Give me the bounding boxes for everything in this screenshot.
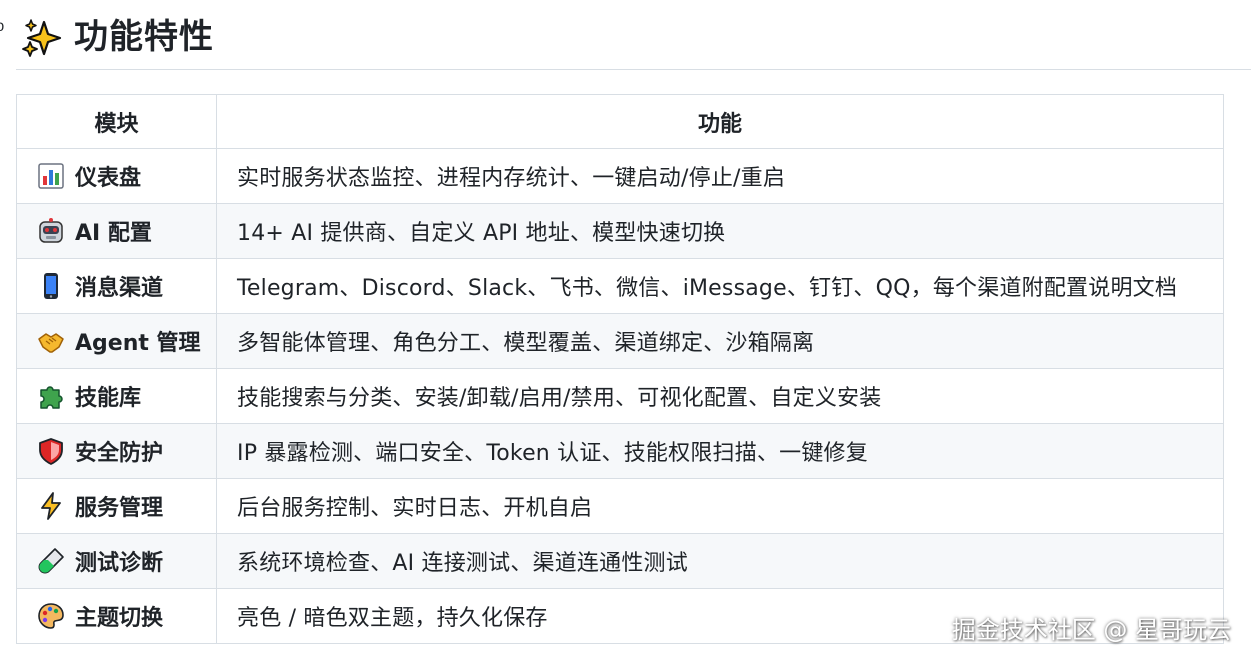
bar-chart-icon [38,163,64,189]
feature-cell: 多智能体管理、角色分工、模型覆盖、渠道绑定、沙箱隔离 [216,313,1224,369]
table-row: 仪表盘 实时服务状态监控、进程内存统计、一键启动/停止/重启 [16,148,1224,204]
module-label: 消息渠道 [75,276,164,301]
feature-cell: 系统环境检查、AI 连接测试、渠道连通性测试 [216,533,1224,589]
module-cell: 技能库 [16,368,217,424]
module-cell: 消息渠道 [16,258,217,314]
module-label: Agent 管理 [75,331,201,356]
module-label: 技能库 [75,386,142,411]
test-tube-icon [38,548,64,574]
page-title: 功能特性 [74,17,214,57]
module-label: 主题切换 [75,606,164,631]
section-heading: ͦ 功能特性 [0,0,1251,70]
mobile-phone-icon [44,273,58,299]
module-cell: 主题切换 [16,588,217,644]
feature-cell: 14+ AI 提供商、自定义 API 地址、模型快速切换 [216,203,1224,259]
module-cell: 仪表盘 [16,148,217,204]
feature-text: 后台服务控制、实时日志、开机自启 [237,496,593,521]
lightning-icon [41,492,61,520]
shield-icon [39,438,63,465]
page: ͦ 功能特性 模块 功能 [0,0,1251,663]
feature-text: 亮色 / 暗色双主题，持久化保存 [237,606,548,631]
feature-cell: IP 暴露检测、端口安全、Token 认证、技能权限扫描、一键修复 [216,423,1224,479]
table-row: 服务管理 后台服务控制、实时日志、开机自启 [16,478,1224,534]
heading-anchor-link[interactable]: ͦ [0,18,10,42]
feature-cell: Telegram、Discord、Slack、飞书、微信、iMessage、钉钉… [216,258,1224,314]
feature-text: 多智能体管理、角色分工、模型覆盖、渠道绑定、沙箱隔离 [237,331,815,356]
module-cell: 安全防护 [16,423,217,479]
palette-icon [38,603,64,629]
module-label: 测试诊断 [75,551,164,576]
feature-text: 技能搜索与分类、安装/卸载/启用/禁用、可视化配置、自定义安装 [237,386,882,411]
feature-text: Telegram、Discord、Slack、飞书、微信、iMessage、钉钉… [237,276,1178,301]
table-row: Agent 管理 多智能体管理、角色分工、模型覆盖、渠道绑定、沙箱隔离 [16,313,1224,369]
module-cell: AI 配置 [16,203,217,259]
sparkles-icon [22,19,62,57]
feature-cell: 后台服务控制、实时日志、开机自启 [216,478,1224,534]
module-cell: 服务管理 [16,478,217,534]
feature-text: 系统环境检查、AI 连接测试、渠道连通性测试 [237,551,688,576]
table-row: 测试诊断 系统环境检查、AI 连接测试、渠道连通性测试 [16,533,1224,589]
feature-text: 实时服务状态监控、进程内存统计、一键启动/停止/重启 [237,166,786,191]
table-row: 安全防护 IP 暴露检测、端口安全、Token 认证、技能权限扫描、一键修复 [16,423,1224,479]
module-cell: 测试诊断 [16,533,217,589]
column-header-feature: 功能 [216,94,1224,149]
module-label: 仪表盘 [75,166,142,191]
puzzle-piece-icon [40,386,63,409]
feature-text: IP 暴露检测、端口安全、Token 认证、技能权限扫描、一键修复 [237,441,868,466]
table-row: AI 配置 14+ AI 提供商、自定义 API 地址、模型快速切换 [16,203,1224,259]
robot-icon [39,218,63,243]
module-label: 安全防护 [75,441,164,466]
module-cell: Agent 管理 [16,313,217,369]
column-header-module: 模块 [16,94,217,149]
module-label: AI 配置 [75,221,152,246]
feature-cell: 实时服务状态监控、进程内存统计、一键启动/停止/重启 [216,148,1224,204]
table-row: 消息渠道 Telegram、Discord、Slack、飞书、微信、iMessa… [16,258,1224,314]
features-table: 模块 功能 仪表盘 实时服务状态监控、进程内存统计、一键启动/停止/重启 AI … [16,94,1224,644]
feature-text: 14+ AI 提供商、自定义 API 地址、模型快速切换 [237,221,726,246]
heading-divider [16,69,1251,70]
table-header-row: 模块 功能 [16,94,1224,149]
module-label: 服务管理 [75,496,164,521]
table-row: 技能库 技能搜索与分类、安装/卸载/启用/禁用、可视化配置、自定义安装 [16,368,1224,424]
watermark: 掘金技术社区 @ 星哥玩云 [951,616,1231,644]
feature-cell: 技能搜索与分类、安装/卸载/启用/禁用、可视化配置、自定义安装 [216,368,1224,424]
handshake-icon [38,333,64,353]
